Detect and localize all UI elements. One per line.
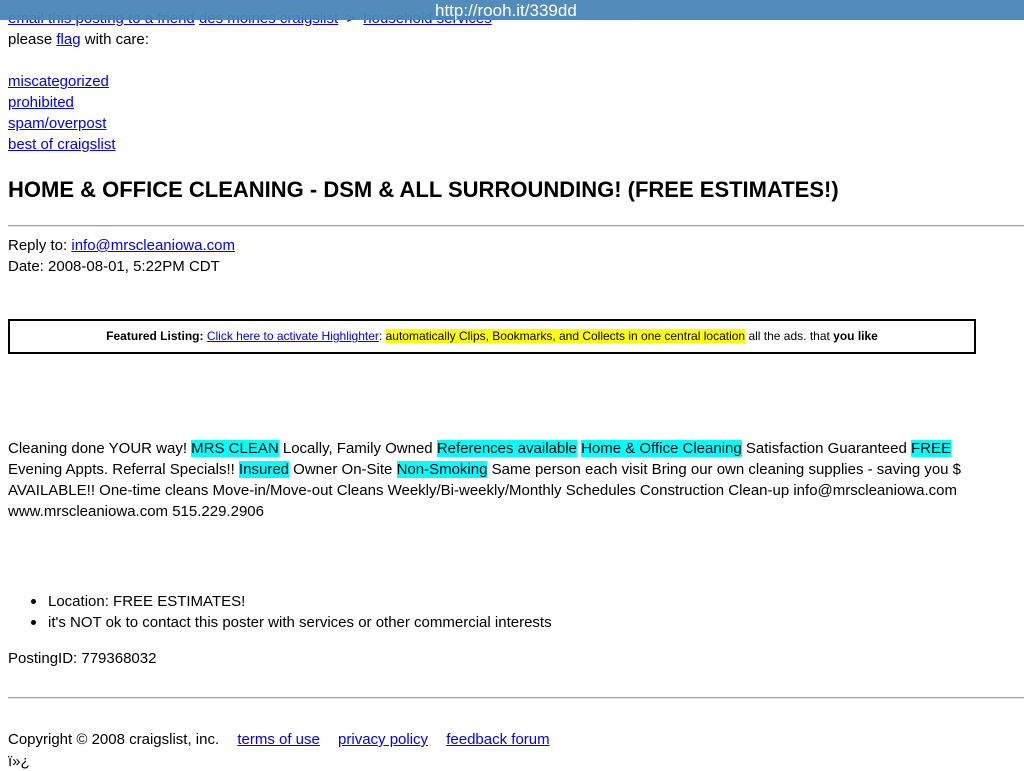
posting-date: Date: 2008-08-01, 5:22PM CDT <box>8 258 220 275</box>
featured-tail: all the ads. that <box>745 329 834 343</box>
flag-prefix: please <box>8 31 57 48</box>
body-line-1: Cleaning done YOUR way! MRS CLEAN Locall… <box>8 440 952 458</box>
privacy-policy-link[interactable]: privacy policy <box>338 731 428 748</box>
body-text-segment: Same person each visit Bring our own cle… <box>487 461 962 478</box>
body-text-segment: Locally, Family Owned <box>278 440 437 457</box>
body-text-segment: Evening Appts. Referral Specials!! <box>8 461 239 478</box>
short-url-text[interactable]: http://rooh.it/339dd <box>435 0 577 22</box>
footer: Copyright © 2008 craigslist, inc. terms … <box>8 731 550 749</box>
flag-miscategorized-link[interactable]: miscategorized <box>8 73 109 91</box>
flag-best-of-link[interactable]: best of craigslist <box>8 136 116 154</box>
flag-link[interactable]: flag <box>56 31 80 48</box>
flag-prompt: please flag with care: <box>8 31 149 49</box>
featured-highlight: automatically Clips, Bookmarks, and Coll… <box>385 329 746 343</box>
details-list: Location: FREE ESTIMATES! it's NOT ok to… <box>31 591 552 633</box>
body-line-3: AVAILABLE!! One-time cleans Move-in/Move… <box>8 482 957 499</box>
flag-spam-link[interactable]: spam/overpost <box>8 115 106 133</box>
posting-id: PostingID: 779368032 <box>8 650 157 667</box>
list-item: Location: FREE ESTIMATES! <box>31 591 552 612</box>
body-line-2: Evening Appts. Referral Specials!! Insur… <box>8 461 961 479</box>
body-text-segment: Satisfaction Guaranteed <box>741 440 911 457</box>
body-text-segment: Cleaning done YOUR way! <box>8 440 192 457</box>
terms-of-use-link[interactable]: terms of use <box>237 731 320 748</box>
body-text-segment: Owner On-Site <box>289 461 397 478</box>
featured-listing-box: Featured Listing: Click here to activate… <box>8 319 976 354</box>
featured-bold-tail: you like <box>833 329 878 343</box>
copyright-text: Copyright © 2008 craigslist, inc. <box>8 731 220 748</box>
flag-suffix: with care: <box>84 31 149 48</box>
featured-colon: : <box>378 329 383 343</box>
activate-highlighter-link[interactable]: Click here to activate Highlighter <box>207 329 379 343</box>
body-line-4: www.mrscleaniowa.com 515.229.2906 <box>8 503 264 520</box>
reply-to-line: Reply to: info@mrscleaniowa.com <box>8 237 235 255</box>
reply-email-link[interactable]: info@mrscleaniowa.com <box>71 237 235 254</box>
highlighted-phrase: Home & Office Cleaning <box>581 440 742 457</box>
highlighted-phrase: References available <box>436 440 577 457</box>
trailing-glyphs: ï»¿ <box>8 753 30 770</box>
highlighted-phrase: MRS CLEAN <box>191 440 279 457</box>
highlighted-phrase: FREE <box>911 440 952 457</box>
url-overlay-bar: http://rooh.it/339dd <box>0 0 1024 20</box>
flag-prohibited-link[interactable]: prohibited <box>8 94 74 112</box>
title-divider <box>8 225 1024 227</box>
feedback-forum-link[interactable]: feedback forum <box>446 731 549 748</box>
list-item: it's NOT ok to contact this poster with … <box>31 614 552 631</box>
highlighted-phrase: Non-Smoking <box>396 461 488 478</box>
posting-title: HOME & OFFICE CLEANING - DSM & ALL SURRO… <box>8 177 839 202</box>
featured-label: Featured Listing: <box>106 329 204 343</box>
highlighted-phrase: Insured <box>238 461 290 478</box>
reply-label: Reply to: <box>8 237 72 254</box>
footer-divider <box>8 697 1024 699</box>
